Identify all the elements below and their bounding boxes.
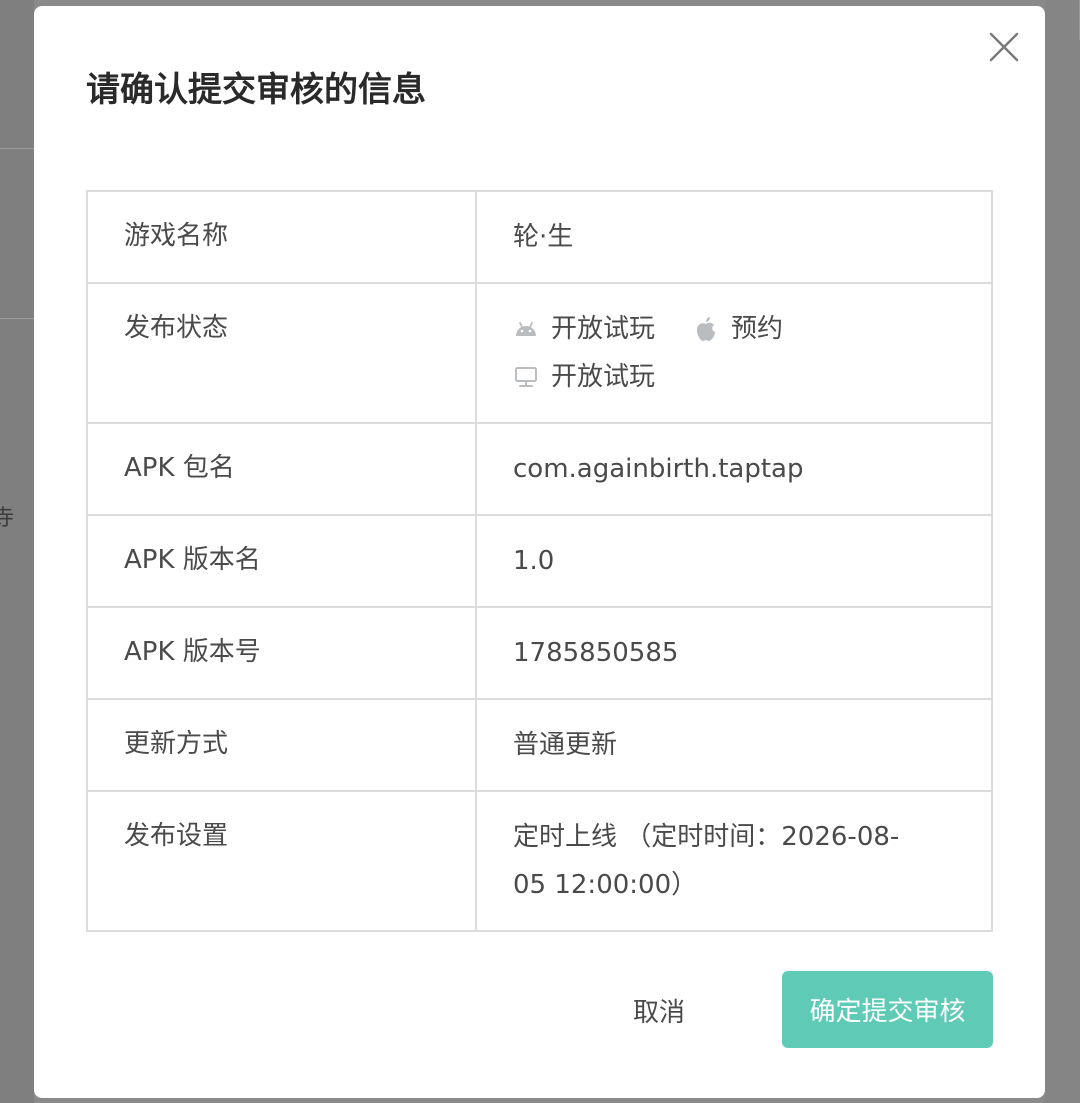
publish-status-cell: 开放试玩 预约 开放试玩 bbox=[475, 282, 993, 424]
confirm-dialog: 请确认提交审核的信息 游戏名称 轮·生 发布状态 开放试玩 预约 开放试玩 AP… bbox=[34, 6, 1045, 1098]
android-icon bbox=[513, 316, 539, 342]
table-row: APK 包名 com.againbirth.taptap bbox=[86, 422, 993, 516]
pc-status: 开放试玩 bbox=[551, 362, 656, 392]
close-icon bbox=[989, 32, 1019, 62]
row-label: 发布设置 bbox=[86, 790, 477, 932]
row-label: 发布状态 bbox=[86, 282, 477, 424]
table-row: APK 版本号 1785850585 bbox=[86, 606, 993, 700]
publish-setting-line: 定时上线 （定时时间：2026-08- bbox=[513, 822, 900, 852]
cancel-button[interactable]: 取消 bbox=[594, 972, 724, 1048]
submit-review-button[interactable]: 确定提交审核 bbox=[782, 971, 993, 1048]
android-status: 开放试玩 bbox=[551, 314, 656, 344]
table-row: 游戏名称 轮·生 bbox=[86, 190, 993, 284]
publish-setting-line: 05 12:00:00） bbox=[513, 870, 698, 900]
row-label: 更新方式 bbox=[86, 698, 477, 792]
row-label: APK 版本名 bbox=[86, 514, 477, 608]
ios-status: 预约 bbox=[731, 314, 784, 344]
background-right-panel bbox=[1045, 0, 1080, 1103]
row-label: APK 版本号 bbox=[86, 606, 477, 700]
table-row: 更新方式 普通更新 bbox=[86, 698, 993, 792]
dialog-title: 请确认提交审核的信息 bbox=[86, 70, 426, 110]
pc-icon bbox=[513, 364, 539, 390]
row-label: 游戏名称 bbox=[86, 190, 477, 284]
publish-status-line: 开放试玩 预约 bbox=[513, 305, 955, 353]
table-row: APK 版本名 1.0 bbox=[86, 514, 993, 608]
publish-status-line: 开放试玩 bbox=[513, 353, 955, 401]
row-value: 轮·生 bbox=[475, 190, 993, 284]
background-partial-text: 寺 bbox=[0, 506, 16, 531]
background-panel: 寺 bbox=[0, 0, 34, 1103]
close-button[interactable] bbox=[989, 32, 1019, 62]
table-row: 发布状态 开放试玩 预约 开放试玩 bbox=[86, 282, 993, 424]
row-value: 1785850585 bbox=[475, 606, 993, 700]
background-divider bbox=[0, 318, 34, 319]
row-label: APK 包名 bbox=[86, 422, 477, 516]
background-divider bbox=[0, 148, 34, 149]
row-value: 普通更新 bbox=[475, 698, 993, 792]
apple-icon bbox=[693, 316, 719, 342]
row-value: 1.0 bbox=[475, 514, 993, 608]
row-value: 定时上线 （定时时间：2026-08- 05 12:00:00） bbox=[475, 790, 993, 932]
row-value: com.againbirth.taptap bbox=[475, 422, 993, 516]
table-row: 发布设置 定时上线 （定时时间：2026-08- 05 12:00:00） bbox=[86, 790, 993, 932]
info-table: 游戏名称 轮·生 发布状态 开放试玩 预约 开放试玩 APK 包名 com.ag… bbox=[86, 190, 993, 932]
